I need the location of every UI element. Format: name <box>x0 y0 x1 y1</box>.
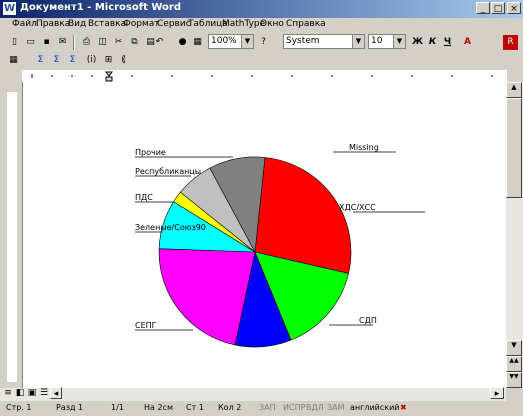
open-folder-icon[interactable]: ▭ <box>23 35 38 50</box>
vertical-ruler-strip <box>7 92 17 382</box>
pie-label: СЕПГ <box>135 321 157 330</box>
vertical-ruler[interactable] <box>0 82 21 388</box>
zoom-select[interactable]: 100% ▼ <box>208 34 254 49</box>
toolbar-separator <box>73 35 75 50</box>
pie-label: СДП <box>359 316 377 325</box>
font-name-select[interactable]: System ▼ <box>283 34 365 49</box>
status-bar: Стр. 1 Разд 1 1/1 На 2см Ст 1 Кол 2 ЗАП … <box>0 401 523 416</box>
bold-button[interactable]: Ж <box>410 35 425 50</box>
toggle-tex-icon[interactable]: ⟪ <box>116 53 131 68</box>
font-name-value: System <box>286 36 320 46</box>
next-page-icon[interactable]: ▼▼ <box>506 372 522 388</box>
status-language: английский <box>350 403 400 412</box>
email-icon[interactable]: ✉ <box>55 35 70 50</box>
status-rec[interactable]: ЗАП <box>259 403 276 412</box>
scroll-right-icon[interactable]: ▸ <box>490 387 504 399</box>
close-button[interactable]: × <box>507 2 521 14</box>
save-disk-icon[interactable]: ▪ <box>39 35 54 50</box>
underline-button[interactable]: Ч <box>440 35 455 50</box>
help-icon[interactable]: ? <box>256 35 271 50</box>
status-page: Стр. 1 <box>6 403 32 412</box>
status-trk[interactable]: ИСПР <box>283 403 305 412</box>
pie-label: Зеленые/Союз90 <box>135 223 206 232</box>
status-line: Ст 1 <box>186 403 204 412</box>
cut-icon[interactable]: ✂ <box>111 35 126 50</box>
window-title: Документ1 - Microsoft Word <box>20 2 181 13</box>
page-view-icon[interactable]: ▣ <box>26 387 38 399</box>
maximize-button[interactable]: □ <box>491 2 505 14</box>
menu-mathtype[interactable]: MathType <box>222 19 265 29</box>
standard-toolbar: ▯ ▭ ▪ ✉ ⎙ ◫ ✂ ⧉ ▤ ↶ ● ▦ 100% ▼ ? System … <box>0 32 523 54</box>
sum-icon[interactable]: Σ <box>33 53 48 68</box>
chevron-down-icon[interactable]: ▼ <box>352 35 364 48</box>
menu-help[interactable]: Справка <box>286 19 326 29</box>
web-view-icon[interactable]: ◧ <box>14 387 26 399</box>
pie-label: Республиканцы <box>135 167 201 176</box>
status-ovr[interactable]: ЗАМ <box>327 403 345 412</box>
normal-view-icon[interactable]: ≡ <box>2 387 14 399</box>
sum-right-icon[interactable]: Σ <box>65 53 80 68</box>
status-section: Разд 1 <box>56 403 84 412</box>
pie-label: ПДС <box>135 193 153 202</box>
sum-display-icon[interactable]: Σ <box>49 53 64 68</box>
print-icon[interactable]: ⎙ <box>79 35 94 50</box>
print-preview-icon[interactable]: ◫ <box>95 35 110 50</box>
scroll-left-icon[interactable]: ◂ <box>50 387 62 399</box>
scroll-up-icon[interactable]: ▲ <box>506 82 522 98</box>
font-size-value: 10 <box>371 36 383 46</box>
zoom-value: 100% <box>211 36 237 46</box>
font-size-select[interactable]: 10 ▼ <box>368 34 406 49</box>
menu-file[interactable]: Файл <box>12 19 37 29</box>
spelling-status-icon[interactable]: ✖ <box>400 403 407 412</box>
menu-tools[interactable]: Сервис <box>157 19 191 29</box>
app-r-icon[interactable]: R <box>503 35 518 50</box>
insert-equation-icon[interactable]: ⊞ <box>101 53 116 68</box>
status-column: Кол 2 <box>218 403 242 412</box>
title-bar: W Документ1 - Microsoft Word _ □ × <box>0 0 523 18</box>
status-pages: 1/1 <box>111 403 124 412</box>
equation-number-icon[interactable]: (i) <box>84 53 99 68</box>
previous-page-icon[interactable]: ▲▲ <box>506 356 522 372</box>
insert-hyperlink-icon[interactable]: ● <box>175 35 190 50</box>
font-color-button[interactable]: A <box>460 35 475 50</box>
document-page[interactable]: Missing ХДС/ХСС СДП СЕПГ Зеленые/Союз90 ПДС Ре… <box>22 82 507 388</box>
pie-label: ХДС/ХСС <box>339 203 376 212</box>
pie-chart: Missing ХДС/ХСС СДП СЕПГ Зеленые/Союз90 ПДС Ре… <box>135 143 425 348</box>
status-at: На 2см <box>144 403 173 412</box>
vertical-scrollbar[interactable]: ▲ ▼ ▲▲ ▼▼ <box>506 82 523 388</box>
new-document-icon[interactable]: ▯ <box>7 35 22 50</box>
menu-view[interactable]: Вид <box>68 19 86 29</box>
chevron-down-icon[interactable]: ▼ <box>393 35 405 48</box>
scroll-down-icon[interactable]: ▼ <box>506 340 522 356</box>
status-ext[interactable]: ВДЛ <box>306 403 324 412</box>
menu-format[interactable]: Формат <box>123 19 160 29</box>
menu-window[interactable]: Окно <box>260 19 284 29</box>
menu-edit[interactable]: Правка <box>36 19 70 29</box>
mathtype-toolbar: ▦ Σ Σ Σ (i) ⊞ ⟪ <box>0 52 523 70</box>
word-app-icon[interactable]: W <box>3 2 16 15</box>
italic-button[interactable]: К <box>425 35 440 50</box>
ruler-ticks <box>31 71 493 82</box>
pie-label: Missing <box>349 143 379 152</box>
chevron-down-icon[interactable]: ▼ <box>241 35 253 48</box>
outline-view-icon[interactable]: ☰ <box>38 387 50 399</box>
tables-borders-icon[interactable]: ▦ <box>190 35 205 50</box>
pie-label: Прочие <box>135 148 166 157</box>
minimize-button[interactable]: _ <box>476 2 490 14</box>
menu-bar: Файл Правка Вид Вставка Формат Сервис Та… <box>0 18 523 32</box>
copy-icon[interactable]: ⧉ <box>127 35 142 50</box>
undo-icon[interactable]: ↶ <box>152 35 167 50</box>
scroll-thumb[interactable] <box>506 98 522 198</box>
horizontal-scrollbar[interactable]: ≡ ◧ ▣ ☰ ◂ ▸ <box>0 387 506 401</box>
menu-insert[interactable]: Вставка <box>88 19 126 29</box>
toolbar-handle-icon: ▦ <box>9 55 18 65</box>
